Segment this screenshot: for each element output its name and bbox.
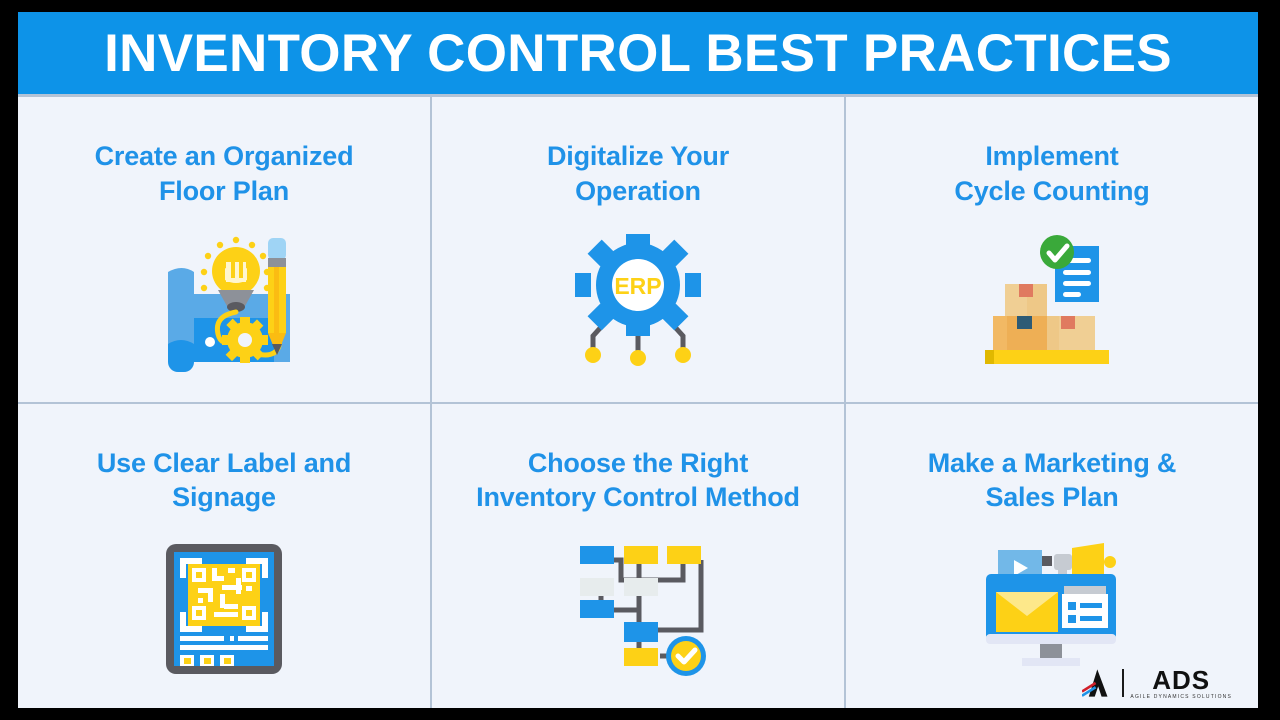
page-title: INVENTORY CONTROL BEST PRACTICES: [104, 23, 1172, 83]
tip-cell-cycle-counting[interactable]: Implement Cycle Counting: [846, 97, 1258, 402]
tip-title: Digitalize Your Operation: [533, 139, 743, 208]
tip-cell-digitalize[interactable]: Digitalize Your Operation ERP: [432, 97, 844, 402]
logo-tagline: AGILE DYNAMICS SOLUTIONS: [1130, 693, 1232, 700]
tip-title: Create an Organized Floor Plan: [81, 139, 368, 208]
tip-title: Make a Marketing & Sales Plan: [914, 446, 1190, 515]
tip-title: Choose the Right Inventory Control Metho…: [462, 446, 814, 515]
tip-title-line1: Implement: [985, 141, 1119, 171]
tip-title-line1: Make a Marketing &: [927, 447, 1177, 478]
ads-logo-mark: [1082, 669, 1108, 697]
header-banner: INVENTORY CONTROL BEST PRACTICES: [18, 12, 1258, 94]
tip-cell-control-method[interactable]: Choose the Right Inventory Control Metho…: [432, 403, 844, 708]
tip-title-line2: Operation: [575, 175, 701, 206]
tip-title-line2: Floor Plan: [158, 175, 289, 206]
tip-title: Implement Cycle Counting: [940, 139, 1163, 208]
monitor-megaphone-marketing-icon: [977, 537, 1127, 682]
logo-wordmark: ADS: [1152, 664, 1211, 695]
qr-code-scanner-icon: [149, 537, 299, 682]
tip-title-line2: Cycle Counting: [954, 175, 1150, 206]
tip-title: Use Clear Label and Signage: [83, 446, 365, 515]
tip-title-line2: Sales Plan: [985, 482, 1119, 513]
boxes-checklist-icon: [977, 230, 1127, 375]
erp-gear-icon: ERP: [563, 230, 713, 375]
tip-title-line1: Choose the Right: [527, 447, 749, 478]
logo-divider: [1122, 669, 1125, 697]
tip-title-line1: Digitalize Your: [546, 141, 730, 171]
tip-title-line1: Use Clear Label and: [96, 447, 352, 478]
tip-title-line2: Inventory Control Method: [476, 482, 800, 513]
tip-cell-floor-plan[interactable]: Create an Organized Floor Plan: [18, 97, 430, 402]
tip-cell-marketing-plan[interactable]: Make a Marketing & Sales Plan: [846, 403, 1258, 708]
tips-grid: Create an Organized Floor Plan Digitaliz…: [18, 94, 1258, 708]
flowchart-check-icon: [563, 537, 713, 682]
tip-cell-label-signage[interactable]: Use Clear Label and Signage: [18, 403, 430, 708]
tip-title-line1: Create an Organized: [94, 141, 354, 171]
brand-logo: ADS AGILE DYNAMICS SOLUTIONS: [1082, 666, 1232, 700]
erp-gear-label: ERP: [614, 273, 661, 299]
blueprint-lightbulb-pencil-icon: [149, 230, 299, 375]
infographic-canvas: INVENTORY CONTROL BEST PRACTICES Create …: [18, 12, 1258, 708]
logo-text-block: ADS AGILE DYNAMICS SOLUTIONS: [1130, 667, 1232, 700]
tip-title-line2: Signage: [172, 482, 276, 513]
